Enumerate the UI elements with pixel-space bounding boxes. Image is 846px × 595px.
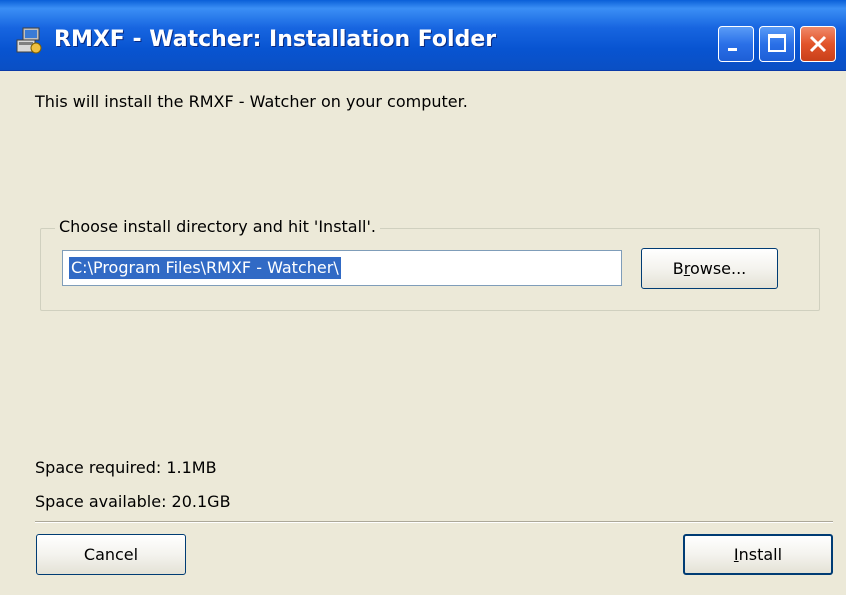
minimize-icon — [728, 48, 737, 51]
divider — [35, 521, 833, 523]
space-required: Space required: 1.1MB — [35, 458, 217, 477]
browse-button[interactable]: Browse... — [641, 248, 778, 289]
title-bar[interactable]: RMXF - Watcher: Installation Folder — [0, 0, 846, 71]
install-path-field[interactable]: C:\Program Files\RMXF - Watcher\ — [62, 250, 622, 286]
cancel-button[interactable]: Cancel — [36, 534, 186, 575]
browse-label-pre: B — [672, 259, 684, 278]
install-path-value: C:\Program Files\RMXF - Watcher\ — [69, 257, 341, 279]
install-label-rest: nstall — [738, 545, 783, 564]
installer-app-icon — [14, 26, 44, 56]
minimize-button[interactable] — [718, 26, 754, 62]
install-button[interactable]: Install — [683, 534, 833, 575]
window-title: RMXF - Watcher: Installation Folder — [54, 27, 497, 52]
browse-label-post: owse... — [689, 259, 747, 278]
install-directory-legend: Choose install directory and hit 'Instal… — [55, 217, 380, 236]
space-available: Space available: 20.1GB — [35, 492, 231, 511]
install-description: This will install the RMXF - Watcher on … — [35, 92, 468, 111]
maximize-button[interactable] — [759, 26, 795, 62]
close-icon — [809, 35, 827, 53]
maximize-icon — [768, 34, 786, 52]
close-button[interactable] — [800, 26, 836, 62]
